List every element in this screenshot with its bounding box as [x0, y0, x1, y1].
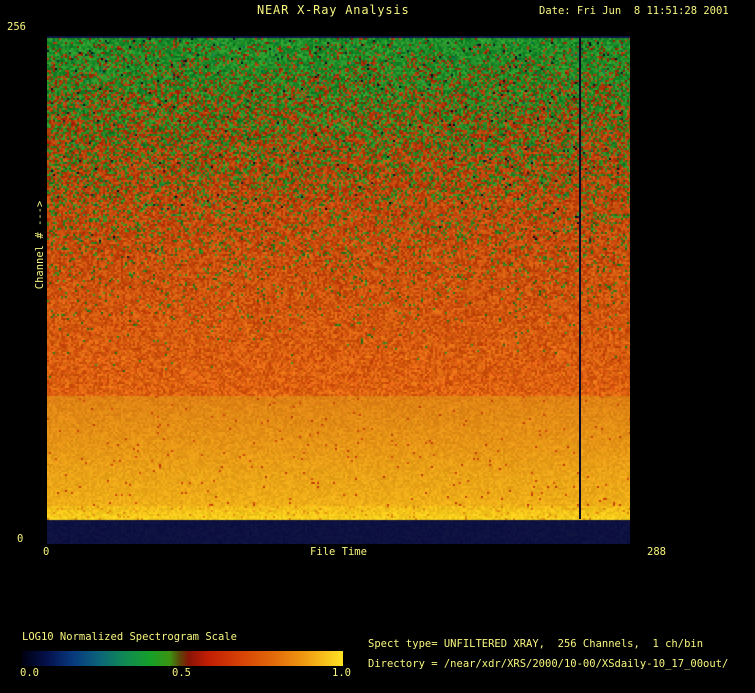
y-axis-min-label: 0	[17, 533, 24, 545]
x-axis-max-label: 288	[647, 546, 666, 558]
directory-text: Directory = /near/xdr/XRS/2000/10-00/XSd…	[368, 658, 729, 670]
colorbar-title: LOG10 Normalized Spectrogram Scale	[22, 631, 237, 643]
y-axis-title: Channel # --->	[34, 200, 46, 290]
page-title: NEAR X-Ray Analysis	[257, 3, 410, 17]
spectrogram-image[interactable]	[47, 36, 630, 544]
colorbar-tick-min: 0.0	[20, 667, 39, 679]
y-axis-max-label: 256	[7, 21, 26, 33]
time-cursor-line	[579, 36, 581, 519]
colorbar-tick-mid: 0.5	[172, 667, 191, 679]
colorbar-tick-max: 1.0	[332, 667, 351, 679]
near-xray-analysis-window: NEAR X-Ray Analysis Date: Fri Jun 8 11:5…	[0, 0, 755, 693]
x-axis-title: File Time	[310, 546, 367, 558]
header-date: Date: Fri Jun 8 11:51:28 2001	[539, 5, 729, 17]
spect-type-text: Spect type= UNFILTERED XRAY, 256 Channel…	[368, 638, 704, 650]
colorbar-gradient	[22, 651, 343, 666]
